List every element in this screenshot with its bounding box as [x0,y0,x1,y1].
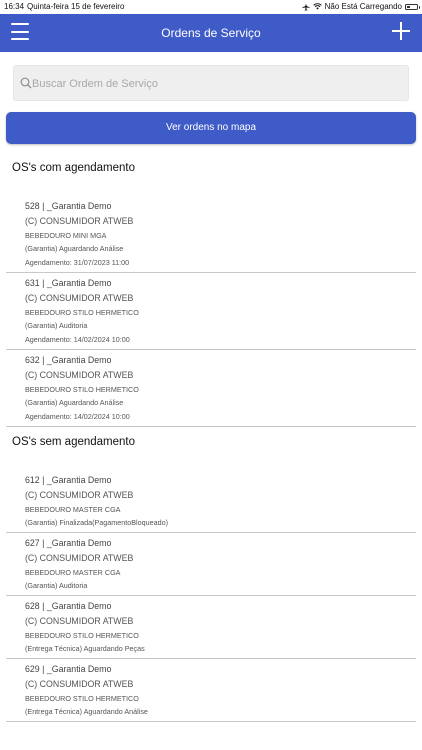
navbar: Ordens de Serviço [0,14,422,52]
os-status: (Garantia) Auditoria [25,581,88,590]
status-right: Não Está Carregando [302,2,420,11]
status-date: Quinta-feira 15 de fevereiro [27,2,125,11]
section-title-scheduled: OS's com agendamento [12,162,136,174]
os-title: 628 | _Garantia Demo [25,601,112,611]
search-input[interactable] [32,74,402,94]
os-title: 612 | _Garantia Demo [25,475,112,485]
os-product: BEBEDOURO STILO HERMETICO [25,385,139,394]
list-item[interactable]: 612 | _Garantia Demo (C) CONSUMIDOR ATWE… [0,470,422,533]
os-product: BEBEDOURO STILO HERMETICO [25,308,139,317]
os-schedule: Agendamento: 31/07/2023 11:00 [25,258,130,267]
os-client: (C) CONSUMIDOR ATWEB [25,216,134,226]
unscheduled-list: 612 | _Garantia Demo (C) CONSUMIDOR ATWE… [0,470,422,722]
os-product: BEBEDOURO STILO HERMETICO [25,631,139,640]
os-status: (Entrega Técnica) Aguardando Peças [25,644,145,653]
os-product: BEBEDOURO MASTER CGA [25,568,121,577]
os-client: (C) CONSUMIDOR ATWEB [25,370,134,380]
status-time: 16:34 [4,2,25,11]
os-client: (C) CONSUMIDOR ATWEB [25,679,134,689]
list-item[interactable]: 627 | _Garantia Demo (C) CONSUMIDOR ATWE… [0,533,422,596]
scheduled-list: 528 | _Garantia Demo (C) CONSUMIDOR ATWE… [0,196,422,427]
charging-status: Não Está Carregando [324,2,402,11]
search-icon [20,77,32,89]
os-product: BEBEDOURO STILO HERMETICO [25,694,139,703]
os-status: (Garantia) Finalizada(PagamentoBloqueado… [25,518,169,527]
list-item[interactable]: 631 | _Garantia Demo (C) CONSUMIDOR ATWE… [0,273,422,350]
os-product: BEBEDOURO MASTER CGA [25,505,121,514]
battery-icon [405,3,420,10]
os-status: (Garantia) Aguardando Análise [25,398,124,407]
airplane-icon [302,2,310,11]
os-status: (Garantia) Auditoria [25,321,88,330]
add-icon[interactable] [392,22,410,40]
list-item[interactable]: 629 | _Garantia Demo (C) CONSUMIDOR ATWE… [0,659,422,722]
os-client: (C) CONSUMIDOR ATWEB [25,616,134,626]
os-schedule: Agendamento: 14/02/2024 10:00 [25,412,130,421]
os-status: (Garantia) Aguardando Análise [25,244,124,253]
os-title: 528 | _Garantia Demo [25,201,112,211]
os-schedule: Agendamento: 14/02/2024 10:00 [25,335,130,344]
os-title: 629 | _Garantia Demo [25,664,112,674]
view-map-button[interactable]: Ver ordens no mapa [6,112,416,144]
status-bar: 16:34 Quinta-feira 15 de fevereiro Não E… [0,0,422,14]
list-item[interactable]: 632 | _Garantia Demo (C) CONSUMIDOR ATWE… [0,350,422,427]
os-title: 627 | _Garantia Demo [25,538,112,548]
os-title: 632 | _Garantia Demo [25,355,112,365]
os-status: (Entrega Técnica) Aguardando Análise [25,707,148,716]
search-bar [13,65,409,101]
os-client: (C) CONSUMIDOR ATWEB [25,293,134,303]
os-product: BEBEDOURO MINI MGA [25,231,107,240]
section-title-unscheduled: OS's sem agendamento [12,436,136,448]
wifi-icon [312,3,322,10]
os-client: (C) CONSUMIDOR ATWEB [25,490,134,500]
menu-icon[interactable] [11,23,29,40]
os-title: 631 | _Garantia Demo [25,278,112,288]
list-item[interactable]: 628 | _Garantia Demo (C) CONSUMIDOR ATWE… [0,596,422,659]
list-item[interactable]: 528 | _Garantia Demo (C) CONSUMIDOR ATWE… [0,196,422,273]
os-client: (C) CONSUMIDOR ATWEB [25,553,134,563]
page-title: Ordens de Serviço [161,26,261,40]
